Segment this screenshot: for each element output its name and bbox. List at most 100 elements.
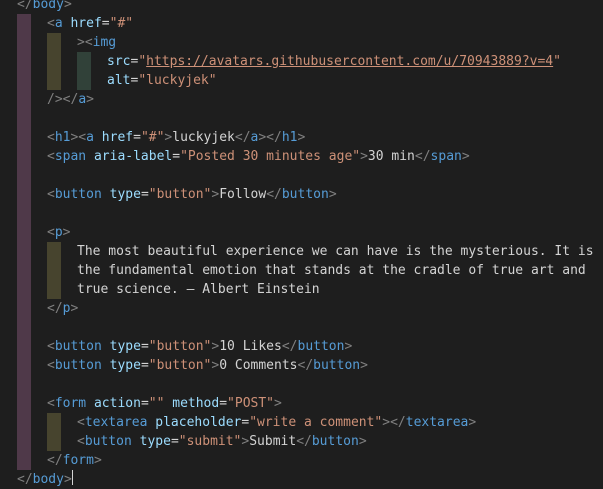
code-token: </ [17, 472, 33, 487]
code-token: button [311, 434, 359, 449]
code-token: 30 min [367, 149, 415, 164]
code-token: </ [47, 453, 63, 468]
indent-guide [47, 413, 61, 432]
code-token: = [140, 396, 149, 411]
code-token: > [344, 339, 353, 354]
code-token: https://avatars.githubusercontent.com/u/… [146, 54, 554, 69]
code-token: = [140, 339, 149, 354]
code-text: </form> [47, 451, 102, 470]
code-token: > [274, 396, 282, 411]
indent-guide [17, 109, 31, 128]
code-token: </ [266, 187, 282, 202]
code-token: button [54, 358, 102, 373]
code-token: >< [77, 35, 93, 50]
code-line [0, 204, 603, 223]
code-line: The most beautiful experience we can hav… [0, 242, 603, 261]
code-token: < [47, 149, 55, 164]
code-line: <span aria-label="Posted 30 minutes age"… [0, 147, 603, 166]
code-token: < [47, 187, 55, 202]
indent-guide [17, 71, 31, 90]
code-text: src="https://avatars.githubusercontent.c… [107, 52, 561, 71]
code-text: <textarea placeholder="write a comment">… [77, 413, 476, 432]
code-token: /></ [47, 92, 79, 107]
code-token: </ [47, 301, 63, 316]
indent-guide [17, 451, 31, 470]
code-token: true science. — Albert Einstein [77, 282, 320, 297]
code-text: <form action="" method="POST"> [47, 394, 282, 413]
code-editor[interactable]: </body> <a href="#" ><img src="https://avat… [0, 0, 603, 487]
code-token: button [297, 339, 345, 354]
indent-guide [17, 128, 31, 147]
code-token: ></ [382, 415, 406, 430]
code-text: <a href="#" [47, 14, 133, 33]
code-token: type [109, 358, 141, 373]
indent-guide [77, 71, 91, 90]
code-token: h1 [54, 130, 71, 145]
code-line [0, 166, 603, 185]
code-token: " [138, 54, 147, 69]
code-token: 10 Likes [219, 339, 282, 354]
code-text: alt="luckyjek" [107, 71, 217, 90]
indent-guide [17, 90, 31, 109]
code-token: "write a comment" [249, 415, 383, 430]
code-text: <p> [47, 223, 70, 242]
indent-guide [17, 337, 31, 356]
code-token: h1 [281, 130, 298, 145]
code-token: "POST" [227, 396, 275, 411]
code-token: "Posted 30 minutes age" [180, 149, 361, 164]
code-line [0, 318, 603, 337]
indent-guide [17, 356, 31, 375]
code-text: the fundamental emotion that stands at t… [77, 261, 586, 280]
code-line: <h1><a href="#">luckyjek</a></h1> [0, 128, 603, 147]
code-line: <button type="submit">Submit</button> [0, 432, 603, 451]
code-text: /></a> [47, 90, 94, 109]
indent-guide [47, 242, 61, 261]
code-token: button [54, 339, 102, 354]
code-token: "button" [148, 358, 212, 373]
code-token: form [62, 453, 94, 468]
code-token: body [32, 472, 64, 487]
code-token: type [139, 434, 171, 449]
code-token: < [77, 415, 85, 430]
code-token: "luckyjek" [138, 73, 217, 88]
code-token: p [54, 225, 63, 240]
code-token: = [170, 434, 179, 449]
code-token: </ [414, 149, 431, 164]
code-token: > [63, 472, 72, 487]
code-token: > [360, 149, 368, 164]
code-text: </body> [17, 470, 73, 489]
code-token: = [133, 130, 141, 145]
code-line: <form action="" method="POST"> [0, 394, 603, 413]
indent-guide [17, 223, 31, 242]
code-line: </p> [0, 299, 603, 318]
code-token: body [32, 0, 64, 12]
code-token: > [62, 225, 71, 240]
indent-guide [17, 413, 31, 432]
code-text: <button type="button">10 Likes</button> [47, 337, 352, 356]
code-line: <button type="button">Follow</button> [0, 185, 603, 204]
code-line: src="https://avatars.githubusercontent.c… [0, 52, 603, 71]
code-text: The most beautiful experience we can hav… [77, 242, 594, 261]
code-line: <a href="#" [0, 14, 603, 33]
code-token: "button" [148, 339, 212, 354]
code-token: href [70, 16, 102, 31]
code-token: type [109, 187, 141, 202]
indent-guide [17, 280, 31, 299]
text-cursor [71, 470, 73, 485]
indent-guide [17, 52, 31, 71]
code-token: < [47, 396, 55, 411]
code-token: < [47, 339, 55, 354]
code-token: button [313, 358, 361, 373]
code-token: 0 Comments [219, 358, 298, 373]
code-line: <textarea placeholder="write a comment">… [0, 413, 603, 432]
code-line: the fundamental emotion that stands at t… [0, 261, 603, 280]
code-text: <button type="button">0 Comments</button… [47, 356, 368, 375]
indent-guide [17, 261, 31, 280]
code-token: type [109, 339, 141, 354]
code-token: button [54, 187, 102, 202]
code-text: <span aria-label="Posted 30 minutes age"… [47, 147, 470, 166]
